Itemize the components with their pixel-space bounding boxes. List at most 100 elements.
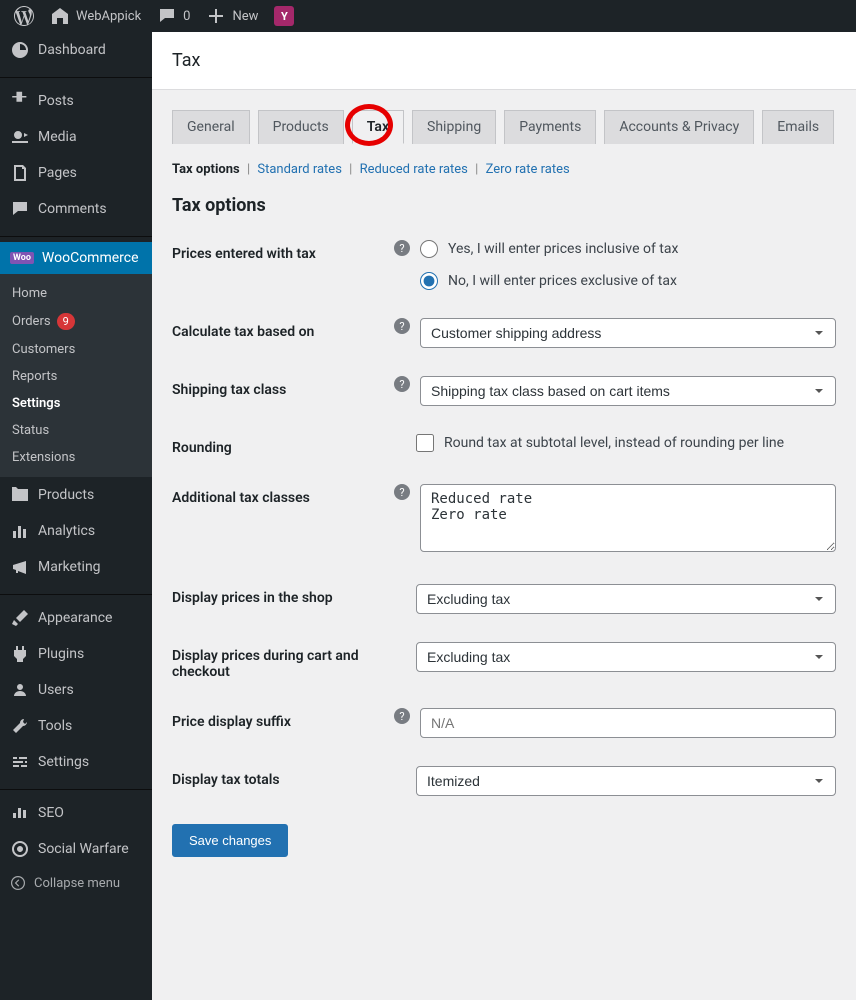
analytics-icon <box>10 521 30 541</box>
help-icon[interactable]: ? <box>394 240 410 256</box>
tab-payments[interactable]: Payments <box>504 110 596 144</box>
tab-products[interactable]: Products <box>258 110 344 144</box>
menu-pages[interactable]: Pages <box>0 155 152 191</box>
menu-label: Dashboard <box>38 42 106 58</box>
menu-label: Media <box>38 129 77 145</box>
tab-emails[interactable]: Emails <box>762 110 834 144</box>
textarea-additional-classes[interactable] <box>420 484 836 552</box>
help-icon[interactable]: ? <box>394 708 410 724</box>
home-icon <box>50 6 70 26</box>
sublink-zero[interactable]: Zero rate rates <box>486 162 570 177</box>
pipe: | <box>349 162 352 177</box>
menu-tools[interactable]: Tools <box>0 708 152 744</box>
menu-products[interactable]: Products <box>0 477 152 513</box>
plugin-icon <box>10 644 30 664</box>
select-shipping-class[interactable]: Shipping tax class based on cart items <box>420 376 836 406</box>
menu-social-warfare[interactable]: Social Warfare <box>0 831 152 867</box>
submenu-orders[interactable]: Orders 9 <box>0 307 152 336</box>
submenu-customers[interactable]: Customers <box>0 336 152 363</box>
menu-label: SEO <box>38 805 64 821</box>
plus-icon <box>206 6 226 26</box>
checkbox-label-rounding[interactable]: Round tax at subtotal level, instead of … <box>444 435 784 451</box>
select-display-cart[interactable]: Excluding tax <box>416 642 836 672</box>
menu-comments[interactable]: Comments <box>0 191 152 227</box>
wrench-icon <box>10 716 30 736</box>
label-display-shop: Display prices in the shop <box>172 590 333 606</box>
submenu-label: Status <box>12 423 49 438</box>
submenu-status[interactable]: Status <box>0 417 152 444</box>
media-icon <box>10 127 30 147</box>
help-icon[interactable]: ? <box>394 376 410 392</box>
menu-marketing[interactable]: Marketing <box>0 549 152 585</box>
menu-plugins[interactable]: Plugins <box>0 636 152 672</box>
new-link[interactable]: New <box>198 0 266 32</box>
help-icon[interactable]: ? <box>394 484 410 500</box>
menu-dashboard[interactable]: Dashboard <box>0 32 152 68</box>
help-icon[interactable]: ? <box>394 318 410 334</box>
brush-icon <box>10 608 30 628</box>
sublink-reduced[interactable]: Reduced rate rates <box>360 162 468 177</box>
menu-label: Products <box>38 487 94 503</box>
page-header: Tax <box>152 32 856 90</box>
row-rounding: Rounding Round tax at subtotal level, in… <box>172 434 836 456</box>
row-display-cart: Display prices during cart and checkout … <box>172 642 836 680</box>
menu-label: Tools <box>38 718 72 734</box>
submenu-settings[interactable]: Settings <box>0 390 152 417</box>
menu-seo[interactable]: SEO <box>0 795 152 831</box>
menu-label: WooCommerce <box>42 250 139 266</box>
row-calculate-based: Calculate tax based on ? Customer shippi… <box>172 318 836 348</box>
menu-analytics[interactable]: Analytics <box>0 513 152 549</box>
sublink-standard[interactable]: Standard rates <box>257 162 342 177</box>
social-icon <box>10 839 30 859</box>
input-suffix[interactable] <box>420 708 836 738</box>
page-title: Tax <box>172 50 836 71</box>
radio-prices-exclusive[interactable] <box>420 272 438 290</box>
submenu-reports[interactable]: Reports <box>0 363 152 390</box>
menu-label: Social Warfare <box>38 841 129 857</box>
menu-media[interactable]: Media <box>0 119 152 155</box>
select-calculate-based[interactable]: Customer shipping address <box>420 318 836 348</box>
site-name-link[interactable]: WebAppick <box>42 0 149 32</box>
tab-accounts[interactable]: Accounts & Privacy <box>604 110 754 144</box>
select-display-shop[interactable]: Excluding tax <box>416 584 836 614</box>
tab-general[interactable]: General <box>172 110 250 144</box>
radio-prices-inclusive[interactable] <box>420 240 438 258</box>
comments-link[interactable]: 0 <box>149 0 198 32</box>
radio-label-exclusive[interactable]: No, I will enter prices exclusive of tax <box>448 273 677 289</box>
pipe: | <box>247 162 250 177</box>
radio-label-inclusive[interactable]: Yes, I will enter prices inclusive of ta… <box>448 241 678 257</box>
menu-settings[interactable]: Settings <box>0 744 152 780</box>
menu-separator <box>0 785 152 790</box>
submenu-home[interactable]: Home <box>0 280 152 307</box>
checkbox-rounding[interactable] <box>416 434 434 452</box>
sublink-tax-options[interactable]: Tax options <box>172 162 240 177</box>
tab-tax[interactable]: Tax <box>352 110 404 144</box>
submenu-extensions[interactable]: Extensions <box>0 444 152 471</box>
comment-icon <box>157 6 177 26</box>
tab-shipping[interactable]: Shipping <box>412 110 496 144</box>
woo-icon: Woo <box>10 252 34 264</box>
save-button[interactable]: Save changes <box>172 824 288 857</box>
yoast-link[interactable]: Y <box>266 0 302 32</box>
menu-users[interactable]: Users <box>0 672 152 708</box>
select-totals[interactable]: Itemized <box>416 766 836 796</box>
row-suffix: Price display suffix ? <box>172 708 836 738</box>
menu-label: Pages <box>38 165 77 181</box>
submenu-label: Home <box>12 286 47 301</box>
admin-sidebar: Dashboard Posts Media Pages Comments Woo… <box>0 32 152 1000</box>
menu-posts[interactable]: Posts <box>0 83 152 119</box>
menu-separator <box>0 590 152 595</box>
new-label: New <box>232 9 258 24</box>
wp-logo[interactable] <box>6 0 42 32</box>
menu-appearance[interactable]: Appearance <box>0 600 152 636</box>
menu-label: Appearance <box>38 610 112 626</box>
menu-label: Plugins <box>38 646 84 662</box>
menu-label: Posts <box>38 93 74 109</box>
user-icon <box>10 680 30 700</box>
collapse-icon <box>10 875 26 891</box>
seo-icon <box>10 803 30 823</box>
submenu-label: Reports <box>12 369 57 384</box>
menu-label: Settings <box>38 754 89 770</box>
menu-woocommerce[interactable]: Woo WooCommerce <box>0 242 152 274</box>
collapse-menu[interactable]: Collapse menu <box>0 867 152 899</box>
